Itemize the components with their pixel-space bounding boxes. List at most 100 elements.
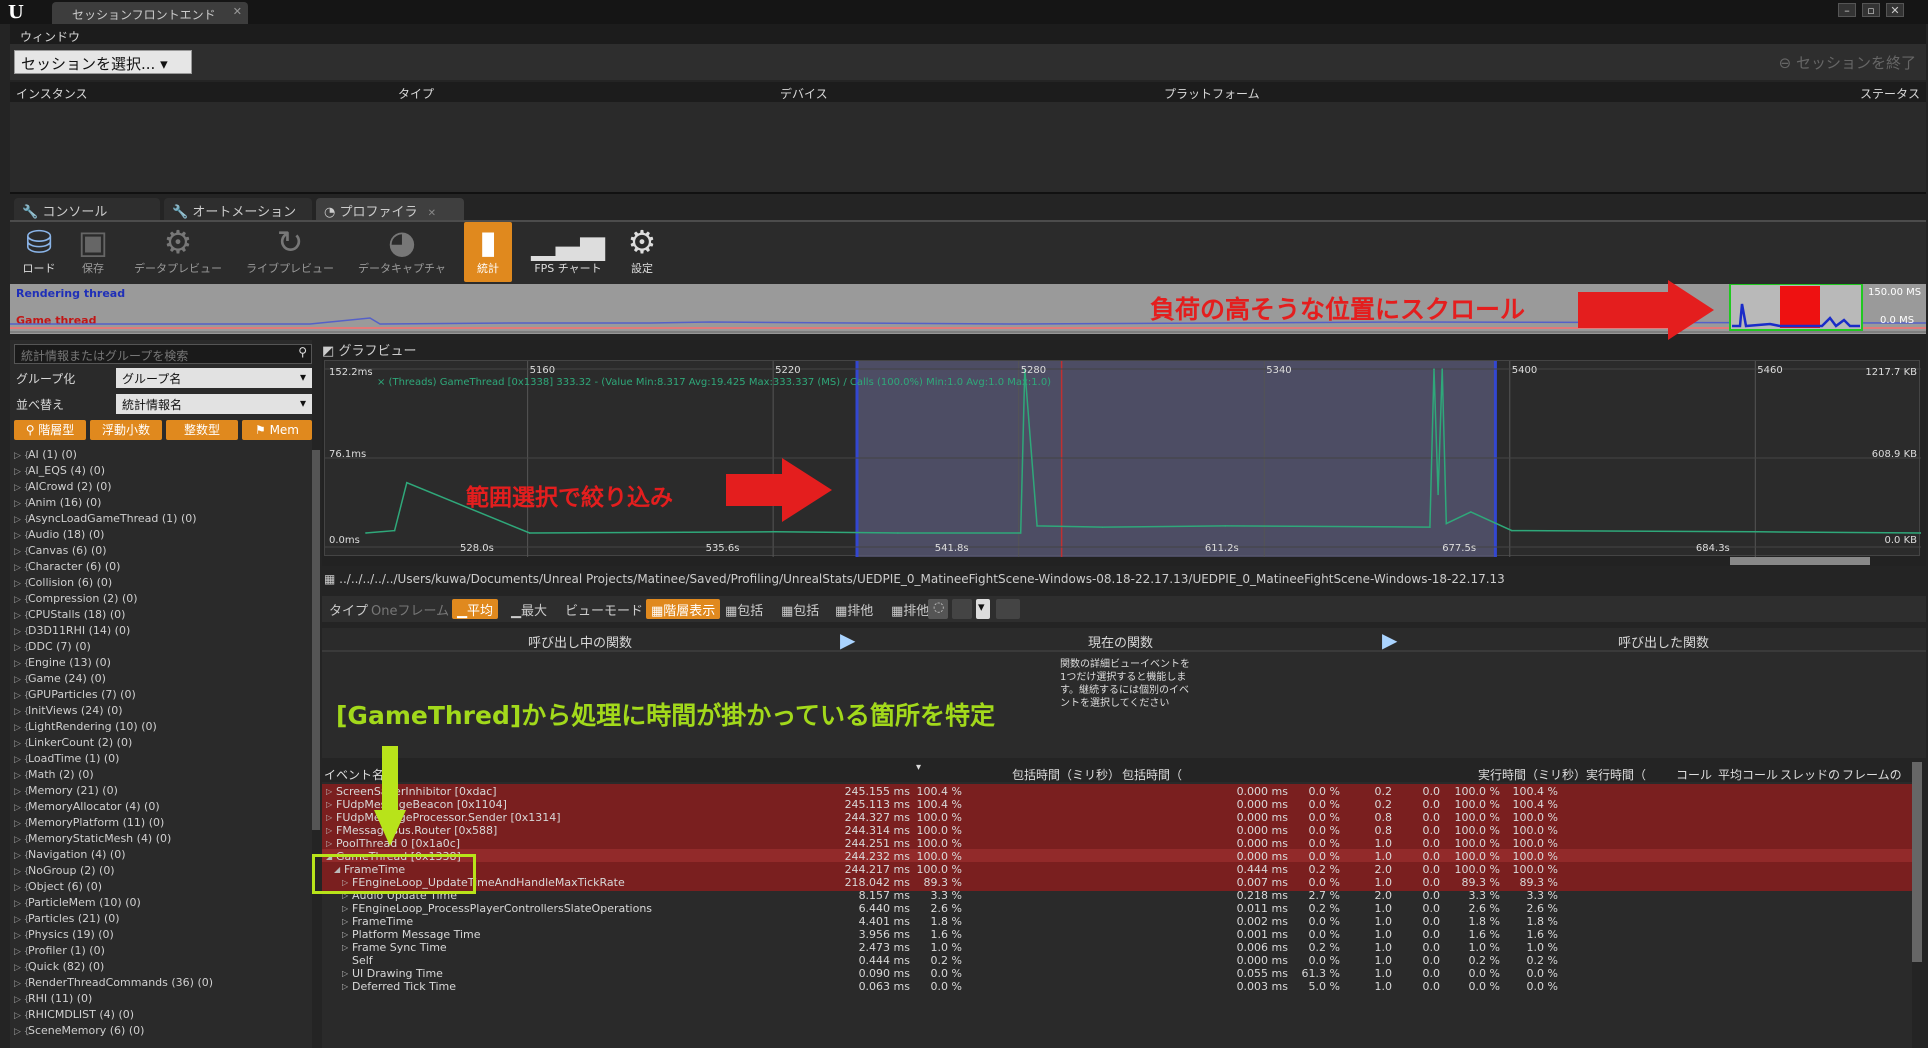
- stat-group-item[interactable]: ▷ {InitViews (24) (0): [14, 704, 304, 720]
- filter-int-button[interactable]: 整数型: [166, 420, 238, 440]
- col-calls[interactable]: コール: [1676, 766, 1712, 783]
- stat-group-item[interactable]: ▷ {AI (1) (0): [14, 448, 304, 464]
- expand-icon[interactable]: ▷ {: [14, 755, 30, 765]
- stat-group-item[interactable]: ▷ {LightRendering (10) (0): [14, 720, 304, 736]
- expand-icon[interactable]: ▷ {: [14, 1011, 30, 1021]
- expand-icon[interactable]: ▷ {: [14, 883, 30, 893]
- stat-group-item[interactable]: ▷ {Object (6) (0): [14, 880, 304, 896]
- refresh-icon[interactable]: ◌: [928, 599, 948, 619]
- stat-group-item[interactable]: ▷ {MemoryStaticMesh (4) (0): [14, 832, 304, 848]
- stat-group-item[interactable]: ▷ {LinkerCount (2) (0): [14, 736, 304, 752]
- col-device[interactable]: デバイス: [780, 85, 828, 102]
- expand-icon[interactable]: ▷ {: [14, 979, 30, 989]
- stat-group-item[interactable]: ▷ {Memory (21) (0): [14, 784, 304, 800]
- expand-icon[interactable]: ▷ {: [14, 867, 30, 877]
- expand-icon[interactable]: ▷ {: [14, 803, 30, 813]
- data-preview-button[interactable]: ⚙ データプレビュー: [124, 222, 232, 282]
- expand-icon[interactable]: ▷ {: [14, 819, 30, 829]
- stat-group-item[interactable]: ▷ {DDC (7) (0): [14, 640, 304, 656]
- expand-icon[interactable]: ▷ {: [14, 691, 30, 701]
- stats-search-input[interactable]: 統計情報またはグループを検索 ⚲: [14, 344, 312, 364]
- session-select-dropdown[interactable]: セッションを選択... ▾: [14, 50, 192, 74]
- tab-console[interactable]: 🔧 コンソール: [14, 198, 160, 220]
- save-button[interactable]: ▣ 保存: [68, 222, 118, 282]
- stat-group-item[interactable]: ▷ {RHICMDLIST (4) (0): [14, 1008, 304, 1024]
- stat-group-item[interactable]: ▷ {SceneMemory (6) (0): [14, 1024, 304, 1040]
- data-capture-button[interactable]: ◕ データキャプチャ: [348, 222, 456, 282]
- tab-automation[interactable]: 🔧 オートメーション: [164, 198, 312, 220]
- maximize-icon[interactable]: ▫: [1862, 3, 1880, 17]
- close-icon[interactable]: ✕: [233, 5, 242, 18]
- stat-group-item[interactable]: ▷ {MemoryAllocator (4) (0): [14, 800, 304, 816]
- close-window-icon[interactable]: ✕: [1886, 3, 1904, 17]
- expand-icon[interactable]: ▷ {: [14, 643, 30, 653]
- expand-icon[interactable]: ▷ {: [14, 947, 30, 957]
- stat-group-item[interactable]: ▷ {Physics (19) (0): [14, 928, 304, 944]
- col-frame-pct[interactable]: フレームの: [1842, 766, 1902, 783]
- stat-group-item[interactable]: ▷ {Navigation (4) (0): [14, 848, 304, 864]
- expand-icon[interactable]: ▷ {: [14, 659, 30, 669]
- stat-group-item[interactable]: ▷ {Character (6) (0): [14, 560, 304, 576]
- col-inclusive-pct[interactable]: 包括時間（: [1122, 766, 1182, 783]
- expand-icon[interactable]: ▷ {: [14, 931, 30, 941]
- end-session-button[interactable]: ⊖ セッションを終了: [1779, 52, 1916, 73]
- filter-hierarchical-button[interactable]: ⚲ 階層型: [14, 420, 86, 440]
- expand-icon[interactable]: ▷ {: [14, 515, 30, 525]
- expand-icon[interactable]: ▷ {: [14, 451, 30, 461]
- inclusive-button-1[interactable]: ▦包括: [720, 599, 768, 619]
- graph-scrollbar[interactable]: [1730, 557, 1870, 565]
- exclusive-button-1[interactable]: ▦排他: [830, 599, 878, 619]
- stat-group-item[interactable]: ▷ {ParticleMem (10) (0): [14, 896, 304, 912]
- fps-chart-button[interactable]: ▁▃▅ FPS チャート: [522, 222, 614, 282]
- one-frame-button[interactable]: Oneフレーム: [366, 599, 454, 619]
- col-inclusive-ms[interactable]: 包括時間（ミリ秒）: [1012, 766, 1120, 783]
- col-status[interactable]: ステータス: [1860, 85, 1920, 102]
- expand-icon[interactable]: ▷ {: [14, 771, 30, 781]
- stat-group-item[interactable]: ▷ {D3D11RHI (14) (0): [14, 624, 304, 640]
- stat-group-item[interactable]: ▷ {GPUParticles (7) (0): [14, 688, 304, 704]
- expand-icon[interactable]: ▷ {: [14, 787, 30, 797]
- stat-group-item[interactable]: ▷ {AI_EQS (4) (0): [14, 464, 304, 480]
- menu-window[interactable]: ウィンドウ: [20, 30, 80, 44]
- tree-scrollbar[interactable]: [312, 450, 320, 830]
- hierarchical-view-button[interactable]: ▦階層表示: [646, 599, 721, 619]
- filter-mem-button[interactable]: ⚑ Mem: [242, 420, 312, 440]
- expand-icon[interactable]: ▷ {: [14, 995, 30, 1005]
- expand-icon[interactable]: ▷ {: [14, 835, 30, 845]
- stat-group-item[interactable]: ▷ {Profiler (1) (0): [14, 944, 304, 960]
- stat-group-item[interactable]: ▷ {Canvas (6) (0): [14, 544, 304, 560]
- col-type[interactable]: タイプ: [398, 85, 434, 102]
- max-button[interactable]: ▁最大: [506, 599, 552, 619]
- stat-group-item[interactable]: ▷ {AICrowd (2) (0): [14, 480, 304, 496]
- expand-icon[interactable]: ▷ {: [14, 1027, 30, 1037]
- expand-icon[interactable]: ▷ {: [14, 483, 30, 493]
- stat-group-item[interactable]: ▷ {Math (2) (0): [14, 768, 304, 784]
- table-scrollbar[interactable]: [1912, 762, 1922, 962]
- stat-group-item[interactable]: ▷ {Audio (18) (0): [14, 528, 304, 544]
- live-preview-button[interactable]: ↻ ライブプレビュー: [236, 222, 344, 282]
- stat-group-item[interactable]: ▷ {RHI (11) (0): [14, 992, 304, 1008]
- tab-profiler[interactable]: ◔ プロファイラ ✕: [316, 198, 464, 220]
- expand-icon[interactable]: ▷ {: [14, 739, 30, 749]
- minimize-icon[interactable]: –: [1838, 3, 1856, 17]
- close-icon[interactable]: ✕: [428, 208, 436, 219]
- expand-icon[interactable]: ▷ {: [14, 723, 30, 733]
- graph-canvas[interactable]: × (Threads) GameThread [0x1338] 333.32 -…: [324, 360, 1922, 557]
- stat-group-item[interactable]: ▷ {Particles (21) (0): [14, 912, 304, 928]
- stats-button[interactable]: ▮ 統計: [464, 222, 512, 282]
- group-by-dropdown[interactable]: グループ名 ▾: [116, 368, 312, 388]
- col-avg-calls[interactable]: 平均コール: [1718, 766, 1778, 783]
- filter-float-button[interactable]: 浮動小数: [90, 420, 162, 440]
- stat-group-item[interactable]: ▷ {NoGroup (2) (0): [14, 864, 304, 880]
- stat-group-item[interactable]: ▷ {Quick (82) (0): [14, 960, 304, 976]
- expand-icon[interactable]: ▷ {: [14, 547, 30, 557]
- stat-group-item[interactable]: ▷ {LoadTime (1) (0): [14, 752, 304, 768]
- expand-icon[interactable]: ▷ {: [14, 627, 30, 637]
- table-row[interactable]: ▷ Deferred Tick Time 0.063 ms 0.0 % 0.003 ms…: [322, 979, 1912, 995]
- expand-icon[interactable]: ▷ {: [14, 499, 30, 509]
- sort-by-dropdown[interactable]: 統計情報名 ▾: [116, 394, 312, 414]
- expand-icon[interactable]: ▷ {: [14, 579, 30, 589]
- average-button[interactable]: ▁平均: [452, 599, 499, 619]
- expand-icon[interactable]: ▷ {: [14, 467, 30, 477]
- expand-icon[interactable]: ▷ {: [14, 915, 30, 925]
